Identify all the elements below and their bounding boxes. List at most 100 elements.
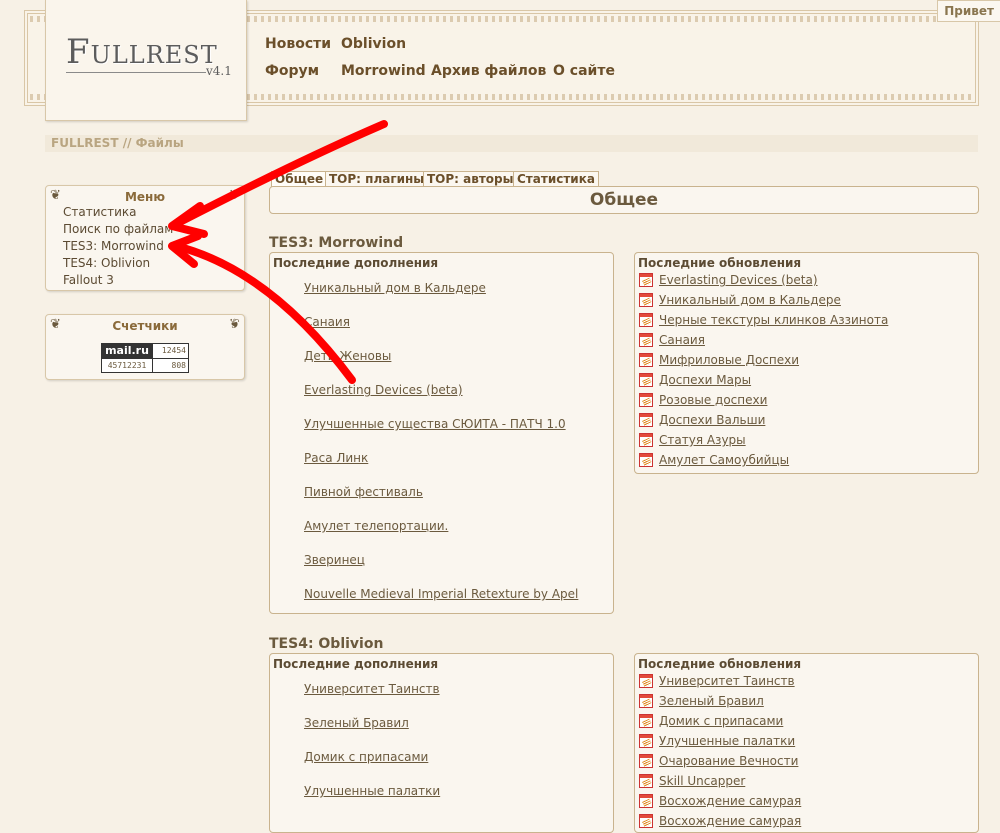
list-item[interactable]: Амулет телепортации. [304,519,448,533]
list-item[interactable]: Санаия [635,330,978,350]
counter-value-bottom-left: 45712231 [102,358,152,372]
greeting-link[interactable]: Привет [937,0,1000,22]
list-item-label[interactable]: Skill Uncapper [659,774,745,788]
list-item[interactable]: Дети Женовы [304,349,391,363]
list-item-label[interactable]: Амулет Самоубийцы [659,453,789,467]
list-item-label[interactable]: Зеленый Бравил [659,694,764,708]
list-item[interactable]: Зеленый Бравил [635,691,978,711]
list-item[interactable]: Улучшенные палатки [304,784,440,798]
list-item[interactable]: Доспехи Мары [635,370,978,390]
logo-text: Fullrest [66,32,218,72]
breadcrumb-separator: // [122,136,132,150]
list-item[interactable]: Домик с припасами [304,750,428,764]
document-edit-icon [639,453,653,467]
mailru-counter[interactable]: mail.ru 12454 45712231 808 [101,343,189,373]
breadcrumb-root[interactable]: FULLREST [51,136,119,150]
sidebar-item-statistics[interactable]: Статистика [46,204,244,221]
list-item[interactable]: Университет Таинств [635,671,978,691]
tab-top-plugins[interactable]: TOP: плагины [325,171,429,187]
logo-underline [66,72,206,73]
tab-general[interactable]: Общее [271,171,328,187]
list-item[interactable]: Восхождение самурая [635,791,978,811]
document-edit-icon [639,313,653,327]
document-edit-icon [639,694,653,708]
list-item[interactable]: Улучшенные палатки [635,731,978,751]
list-item[interactable]: Everlasting Devices (beta) [635,270,978,290]
section-title-tes4: TES4: Oblivion [269,636,384,652]
additions-header: Последние дополнения [273,256,439,270]
list-item[interactable]: Улучшенные существа СЮИТА - ПАТЧ 1.0 [304,417,566,431]
nav-file-archive[interactable]: Архив файлов [431,63,546,79]
counter-value-top: 12454 [152,344,188,358]
nav-about[interactable]: О сайте [553,63,615,79]
tab-top-authors[interactable]: TOP: авторы [423,171,518,187]
sidebar-menu: ❦ ❦ Меню Статистика Поиск по файлам TES3… [45,185,245,291]
document-edit-icon [639,393,653,407]
list-item[interactable]: Nouvelle Medieval Imperial Retexture by … [304,587,578,601]
list-item[interactable]: Everlasting Devices (beta) [304,383,463,397]
list-item-label[interactable]: Санаия [659,333,705,347]
list-item-label[interactable]: Восхождение самурая [659,814,801,828]
mailru-logo: mail.ru [102,344,152,358]
nav-news[interactable]: Новости [265,36,331,52]
list-item[interactable]: Черные текстуры клинков Аззинота [635,310,978,330]
nav-forum[interactable]: Форум [265,63,319,79]
sidebar-item-tes4[interactable]: TES4: Oblivion [46,255,244,272]
tab-statistics[interactable]: Статистика [513,171,599,187]
list-item[interactable]: Раса Линк [304,451,368,465]
list-item-label[interactable]: Уникальный дом в Кальдере [659,293,841,307]
list-item[interactable]: Университет Таинств [304,682,440,696]
list-item-label[interactable]: Очарование Вечности [659,754,798,768]
tes4-updates-panel: Последние обновления Университет Таинств… [634,653,979,833]
document-edit-icon [639,273,653,287]
ornament-icon: ❦ [229,317,240,332]
document-edit-icon [639,333,653,347]
list-item[interactable]: Амулет Самоубийцы [635,450,978,470]
tes3-updates-panel: Последние обновления Everlasting Devices… [634,252,979,474]
list-item[interactable]: Мифриловые Доспехи [635,350,978,370]
list-item-label[interactable]: Черные текстуры клинков Аззинота [659,313,888,327]
list-item[interactable]: Пивной фестиваль [304,485,423,499]
nav-oblivion[interactable]: Oblivion [341,36,406,52]
tes3-additions-panel: Последние дополнения Уникальный дом в Ка… [269,252,614,614]
logo-version: v4.1 [206,64,232,78]
list-item[interactable]: Санаия [304,315,350,329]
section-title-tes3: TES3: Morrowind [269,235,404,251]
list-item-label[interactable]: Everlasting Devices (beta) [659,273,818,287]
list-item-label[interactable]: Доспехи Вальши [659,413,765,427]
list-item-label[interactable]: Улучшенные палатки [659,734,795,748]
counter-value-bottom-right: 808 [152,358,188,372]
list-item[interactable]: Домик с припасами [635,711,978,731]
ornament-icon: ❦ [50,317,61,332]
panel-title: Общее [589,190,659,210]
list-item[interactable]: Зеленый Бравил [304,716,409,730]
list-item[interactable]: Доспехи Вальши [635,410,978,430]
list-item[interactable]: Очарование Вечности [635,751,978,771]
ornament-icon: ❦ [50,188,61,203]
list-item-label[interactable]: Мифриловые Доспехи [659,353,799,367]
site-logo[interactable]: Fullrest v4.1 [45,0,247,121]
document-edit-icon [639,794,653,808]
sidebar-counters: ❦ ❦ Счетчики mail.ru 12454 45712231 808 [45,314,245,380]
list-item-label[interactable]: Розовые доспехи [659,393,767,407]
list-item[interactable]: Статуя Азуры [635,430,978,450]
list-item[interactable]: Восхождение самурая [635,811,978,831]
list-item-label[interactable]: Университет Таинств [659,674,795,688]
document-edit-icon [639,433,653,447]
nav-morrowind[interactable]: Morrowind [341,63,426,79]
sidebar-item-tes3[interactable]: TES3: Morrowind [46,238,244,255]
list-item[interactable]: Розовые доспехи [635,390,978,410]
list-item[interactable]: Уникальный дом в Кальдере [635,290,978,310]
list-item-label[interactable]: Статуя Азуры [659,433,746,447]
document-edit-icon [639,413,653,427]
list-item-label[interactable]: Доспехи Мары [659,373,751,387]
sidebar-item-file-search[interactable]: Поиск по файлам [46,221,244,238]
list-item-label[interactable]: Домик с припасами [659,714,783,728]
document-edit-icon [639,353,653,367]
list-item[interactable]: Зверинец [304,553,365,567]
list-item[interactable]: Уникальный дом в Кальдере [304,281,486,295]
list-item[interactable]: Skill Uncapper [635,771,978,791]
sidebar-item-fallout3[interactable]: Fallout 3 [46,272,244,289]
additions-header: Последние дополнения [273,657,439,671]
list-item-label[interactable]: Восхождение самурая [659,794,801,808]
